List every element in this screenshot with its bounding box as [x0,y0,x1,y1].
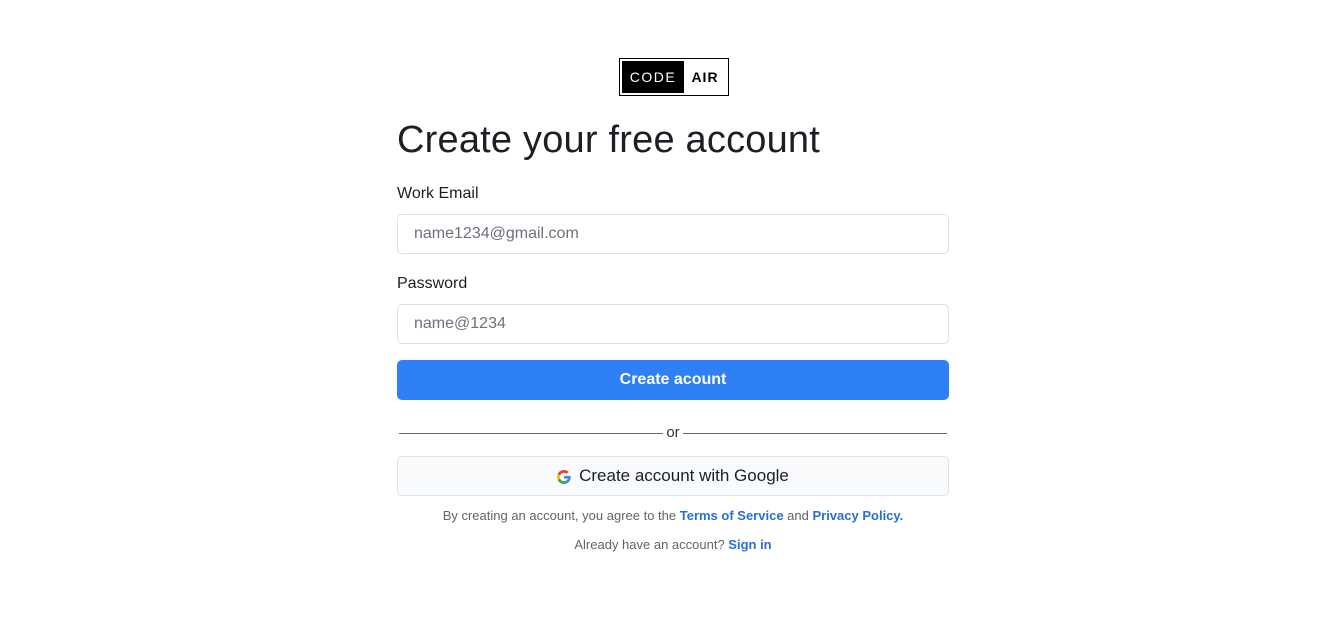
page-title: Create your free account [397,119,821,161]
sign-in-link[interactable]: Sign in [728,537,771,552]
email-label: Work Email [397,185,479,202]
terms-middle: and [783,508,813,523]
or-divider: or [397,424,949,442]
password-field[interactable] [397,304,949,344]
terms-of-service-link[interactable]: Terms of Service [680,508,784,523]
google-icon [557,469,571,484]
create-account-button[interactable]: Create acount [397,360,949,400]
email-field[interactable] [397,214,949,254]
code-air-logo: CODE AIR [619,58,729,96]
logo-code-text: CODE [622,61,684,93]
google-signup-button[interactable]: Create account with Google [397,456,949,496]
signup-form: Create your free account Work Email Pass… [397,116,949,554]
signup-page: CODE AIR Create your free account Work E… [0,0,1344,627]
privacy-policy-link[interactable]: Privacy Policy. [812,508,903,523]
divider-line-right [682,432,947,434]
signin-prompt: Already have an account? Sign in [397,536,949,554]
divider-text: or [666,424,680,441]
divider-line-left [399,432,664,434]
password-label: Password [397,275,468,292]
terms-notice: By creating an account, you agree to the… [397,507,949,525]
logo-air-text: AIR [691,69,719,85]
signin-prefix: Already have an account? [574,537,729,552]
terms-prefix: By creating an account, you agree to the [442,508,680,523]
google-button-label: Create account with Google [579,466,789,485]
